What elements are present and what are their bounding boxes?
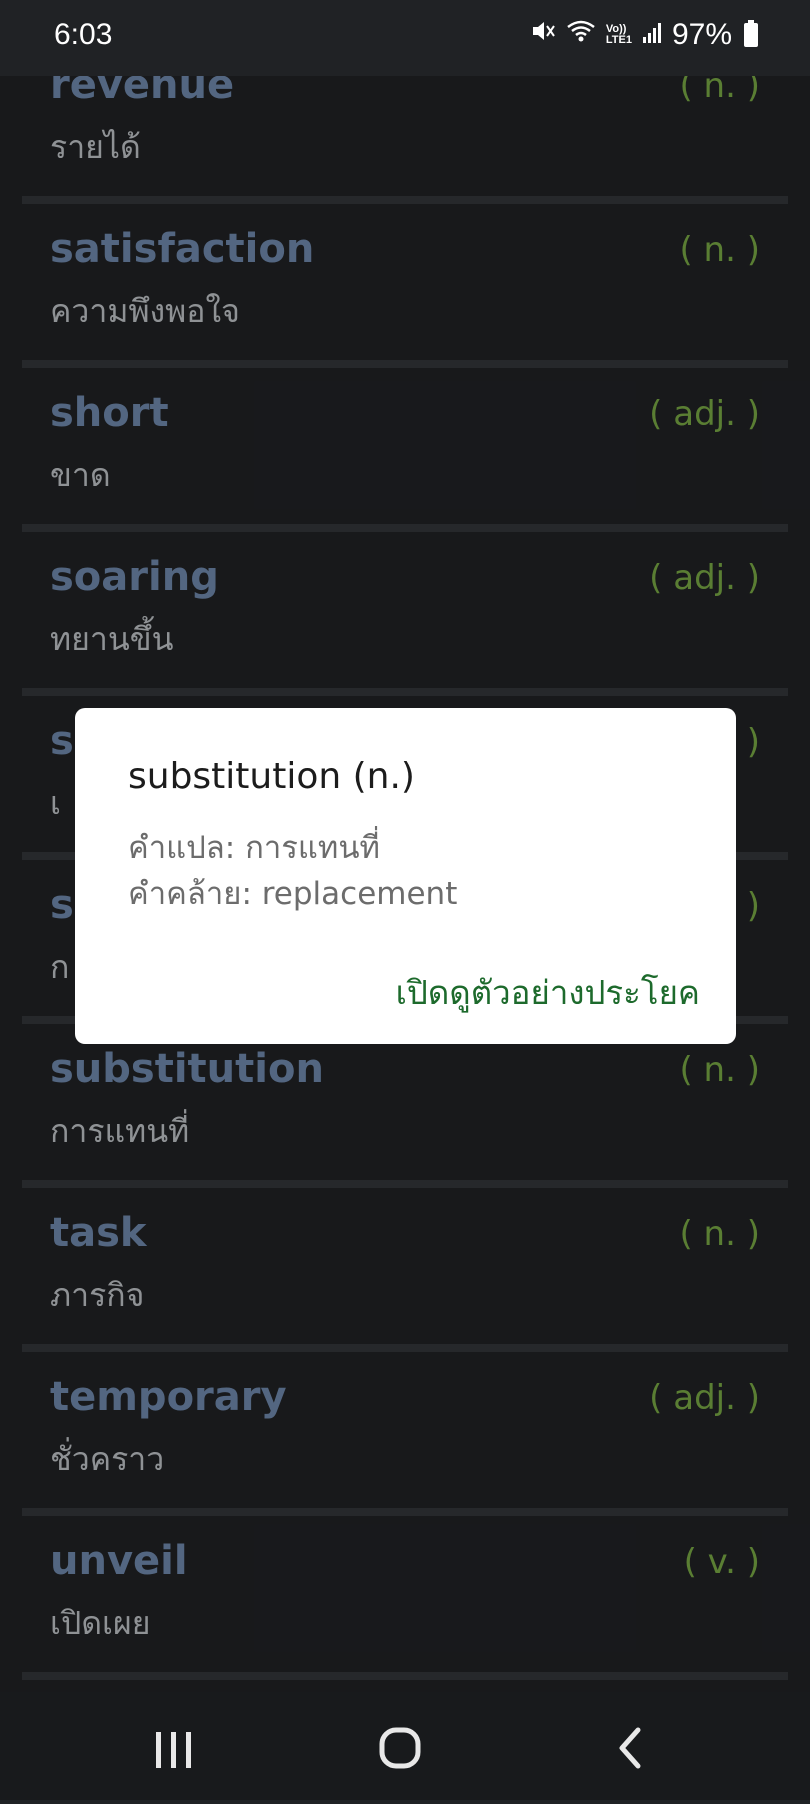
open-example-sentences-button[interactable]: เปิดดูตัวอย่างประโยค bbox=[396, 966, 700, 1019]
battery-percent: 97% bbox=[671, 18, 732, 51]
mute-icon bbox=[530, 18, 556, 52]
home-icon bbox=[340, 1727, 460, 1804]
dialog-synonym: คำคล้าย: replacement bbox=[128, 876, 458, 912]
back-button[interactable] bbox=[570, 1692, 690, 1800]
navigation-bar bbox=[0, 1692, 810, 1800]
recents-button[interactable] bbox=[114, 1692, 234, 1800]
dialog-title: substitution (n.) bbox=[128, 756, 415, 797]
word-detail-dialog: substitution (n.) คำแปล: การแทนที่ คำคล้… bbox=[75, 708, 736, 1044]
back-icon bbox=[570, 1727, 690, 1804]
wifi-icon bbox=[566, 18, 596, 52]
status-bar: 6:03 Vo)) LTE1 97% bbox=[0, 0, 810, 76]
battery-icon bbox=[744, 20, 758, 47]
recents-icon bbox=[114, 1732, 234, 1804]
network-badge: Vo)) LTE1 bbox=[606, 24, 632, 46]
network-badge-bottom: LTE1 bbox=[605, 34, 632, 46]
status-time: 6:03 bbox=[54, 18, 113, 51]
home-button[interactable] bbox=[340, 1692, 460, 1800]
signal-icon bbox=[642, 18, 662, 52]
status-icons: Vo)) LTE1 97% bbox=[530, 18, 758, 52]
dialog-translation: คำแปล: การแทนที่ bbox=[128, 830, 380, 866]
